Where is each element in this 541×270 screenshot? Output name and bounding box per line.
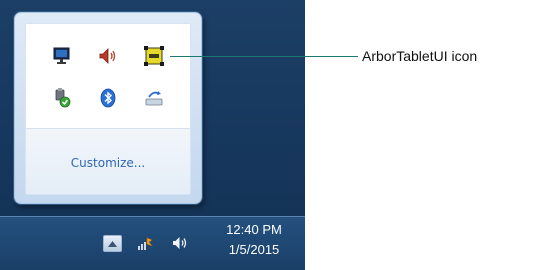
customize-section: Customize... [26,129,190,194]
arbor-tablet-ui-icon[interactable] [143,45,165,67]
taskbar-clock[interactable]: 12:40 PM 1/5/2015 [210,220,298,260]
notification-overflow-popup: Customize... [14,12,202,204]
usb-device-check-icon[interactable] [51,87,73,109]
volume-icon[interactable] [171,234,189,252]
bluetooth-icon[interactable] [97,87,119,109]
network-monitor-icon[interactable] [51,45,73,67]
hidden-icons-grid [26,24,190,128]
callout-line [170,56,358,57]
customize-link[interactable]: Customize... [26,156,190,170]
chevron-up-icon [108,240,117,247]
clock-date: 1/5/2015 [228,242,280,257]
clock-time: 12:40 PM [226,222,282,237]
safely-remove-hardware-icon[interactable] [143,87,165,109]
action-center-flag-icon[interactable] [136,234,154,252]
show-hidden-icons-button[interactable] [103,235,122,252]
callout-label: ArborTabletUI icon [362,48,478,64]
popup-content: Customize... [25,23,191,195]
volume-icon[interactable] [97,45,119,67]
